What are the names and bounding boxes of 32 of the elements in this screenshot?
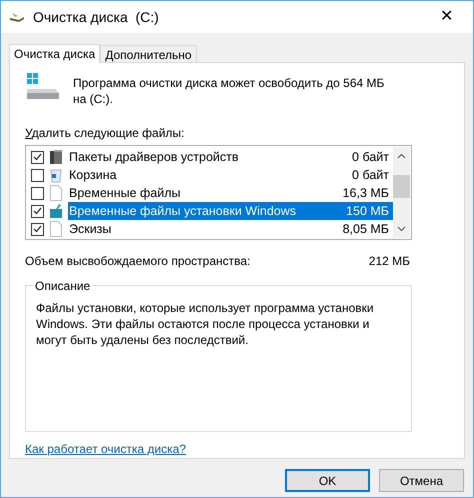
- file-list-item[interactable]: Эскизы 8,05 МБ: [68, 220, 393, 238]
- checkbox[interactable]: [31, 222, 44, 236]
- summary-text: Программа очистки диска может освободить до 564 МБ на (C:).: [73, 75, 386, 107]
- file-icon: [50, 221, 62, 237]
- help-link[interactable]: Как работает очистка диска?: [25, 440, 186, 458]
- scroll-up-icon[interactable]: [397, 153, 406, 159]
- space-label: Объем высвобождаемого пространства:: [25, 253, 250, 270]
- checkbox[interactable]: [31, 186, 44, 200]
- checkbox[interactable]: [31, 150, 44, 164]
- checkbox[interactable]: [31, 204, 44, 218]
- checkbox[interactable]: [31, 168, 44, 182]
- dialog-button[interactable]: Отмена: [379, 469, 464, 492]
- tab[interactable]: Очистка диска: [9, 44, 100, 63]
- dialog-button[interactable]: OK: [285, 469, 370, 492]
- space-value: 212 МБ: [368, 253, 410, 270]
- scrollbar[interactable]: [393, 147, 410, 238]
- close-button[interactable]: ✕: [436, 5, 457, 29]
- file-list-item[interactable]: Временные файлы установки Windows 150 МБ: [68, 202, 393, 220]
- description-text: Файлы установки, которые использует программа установки Windows. Эти файлы остаются после процесса установки и могут быть удалены без последствий.: [36, 300, 375, 348]
- scroll-down-icon[interactable]: [397, 226, 406, 232]
- files-label: Удалить следующие файлы:: [25, 125, 186, 142]
- drive-icon: [25, 73, 61, 101]
- disk-cleanup-icon: [9, 11, 25, 23]
- recycle-bin-icon: [49, 167, 63, 183]
- file-icon: [50, 185, 62, 201]
- file-list-item[interactable]: Временные файлы 16,3 МБ: [68, 184, 393, 202]
- tab[interactable]: Дополнительно: [100, 45, 197, 62]
- window-title: Очистка диска (C:): [33, 8, 159, 27]
- file-list-item[interactable]: Пакеты драйверов устройств 0 байт: [68, 148, 393, 166]
- driver-package-icon: [49, 149, 63, 165]
- file-list-item[interactable]: Корзина 0 байт: [68, 166, 393, 184]
- setup-files-icon: [49, 203, 63, 219]
